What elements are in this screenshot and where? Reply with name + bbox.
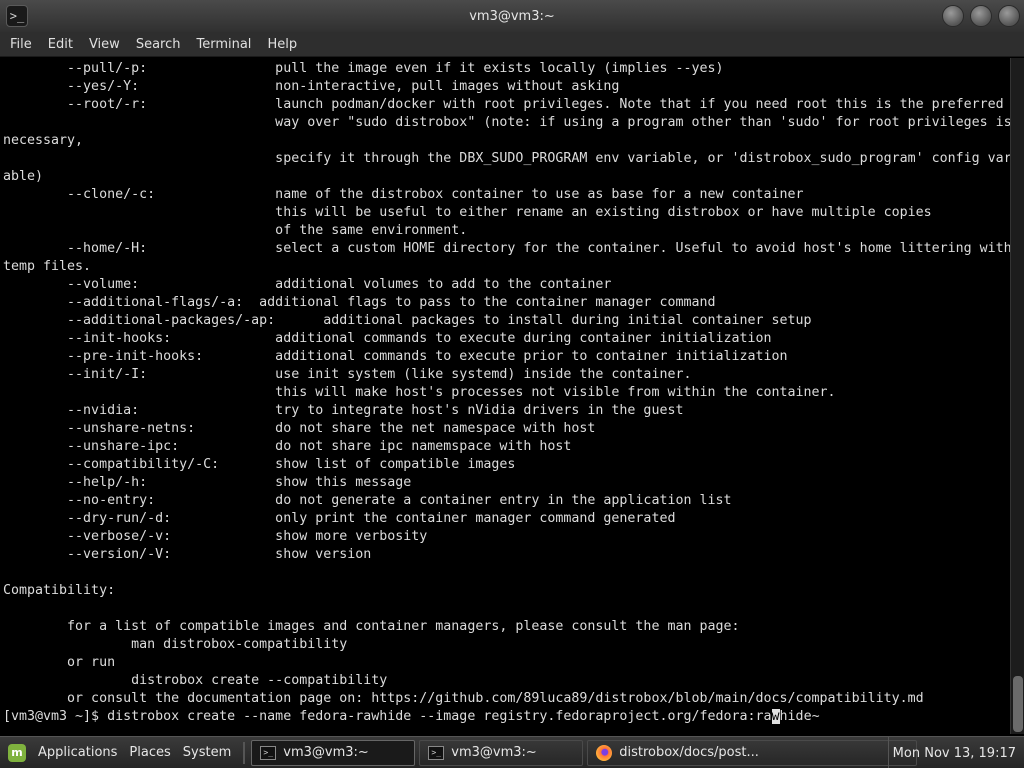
task-terminal-1[interactable]: >_ vm3@vm3:~ xyxy=(251,739,416,766)
terminal-line: --home/-H: select a custom HOME director… xyxy=(3,241,1010,256)
terminal-line: able) xyxy=(3,169,44,184)
terminal-line: --pre-init-hooks: additional commands to… xyxy=(3,349,788,364)
text-cursor: w xyxy=(771,709,780,724)
menubar: File Edit View Search Terminal Help xyxy=(0,32,1024,57)
terminal-icon: >_ xyxy=(260,745,277,760)
terminal-line: --dry-run/-d: only print the container m… xyxy=(3,511,676,526)
window-titlebar[interactable]: >_ vm3@vm3:~ xyxy=(0,0,1024,32)
mint-logo-icon[interactable]: m xyxy=(8,743,26,762)
terminal-line: --help/-h: show this message xyxy=(3,475,412,490)
terminal-line: --no-entry: do not generate a container … xyxy=(3,493,732,508)
terminal-line: --pull/-p: pull the image even if it exi… xyxy=(3,61,724,76)
terminal-line: --additional-packages/-ap: additional pa… xyxy=(3,313,812,328)
command-prompt-line[interactable]: [vm3@vm3 ~]$ distrobox create --name fed… xyxy=(3,708,1010,726)
scrollbar-thumb[interactable] xyxy=(1013,676,1023,732)
minimize-button[interactable] xyxy=(942,5,964,27)
task-label: vm3@vm3:~ xyxy=(283,745,369,760)
terminal-line: --version/-V: show version xyxy=(3,547,372,562)
terminal-line: Compatibility: xyxy=(3,583,116,598)
terminal-line: this will be useful to either rename an … xyxy=(3,205,932,220)
terminal-line: man distrobox-compatibility xyxy=(3,637,348,652)
window-title: vm3@vm3:~ xyxy=(469,8,555,24)
terminal-line: temp files. xyxy=(3,259,92,274)
terminal-output[interactable]: --pull/-p: pull the image even if it exi… xyxy=(0,58,1010,734)
terminal-line: --root/-r: launch podman/docker with roo… xyxy=(3,97,1004,112)
terminal-icon: >_ xyxy=(428,745,445,760)
menu-file[interactable]: File xyxy=(2,37,40,52)
terminal-line: --nvidia: try to integrate host's nVidia… xyxy=(3,403,684,418)
task-label: distrobox/docs/post... xyxy=(619,745,759,760)
menu-edit[interactable]: Edit xyxy=(40,37,81,52)
task-terminal-2[interactable]: >_ vm3@vm3:~ xyxy=(419,739,584,766)
applications-menu[interactable]: Applications xyxy=(32,745,123,760)
close-button[interactable] xyxy=(998,5,1020,27)
taskbar: m Applications Places System >_ vm3@vm3:… xyxy=(0,736,1024,768)
terminal-line: --compatibility/-C: show list of compati… xyxy=(3,457,516,472)
terminal-line: necessary, xyxy=(3,133,84,148)
terminal-line: --init-hooks: additional commands to exe… xyxy=(3,331,772,346)
terminal-line: or consult the documentation page on: ht… xyxy=(3,691,924,706)
terminal-line: --unshare-netns: do not share the net na… xyxy=(3,421,596,436)
terminal-line: --clone/-c: name of the distrobox contai… xyxy=(3,187,804,202)
task-firefox[interactable]: distrobox/docs/post... xyxy=(587,739,918,766)
terminal-line: --verbose/-v: show more verbosity xyxy=(3,529,428,544)
terminal-icon: >_ xyxy=(6,5,28,27)
terminal-line: this will make host's processes not visi… xyxy=(3,385,836,400)
firefox-icon xyxy=(596,744,613,761)
terminal-line: for a list of compatible images and cont… xyxy=(3,619,740,634)
prompt-text-after-cursor: hide~ xyxy=(779,709,820,724)
prompt-text-before-cursor: [vm3@vm3 ~]$ distrobox create --name fed… xyxy=(3,709,772,724)
terminal-line: distrobox create --compatibility xyxy=(3,673,388,688)
terminal-scrollbar[interactable] xyxy=(1010,58,1024,734)
terminal-line: of the same environment. xyxy=(3,223,468,238)
terminal-line: way over "sudo distrobox" (note: if usin… xyxy=(3,115,1010,130)
terminal-lines: --pull/-p: pull the image even if it exi… xyxy=(3,60,1010,708)
window-controls xyxy=(942,5,1020,27)
panel-separator xyxy=(243,741,246,764)
terminal-line: or run xyxy=(3,655,116,670)
places-menu[interactable]: Places xyxy=(123,745,176,760)
menu-view[interactable]: View xyxy=(81,37,128,52)
terminal-line: --unshare-ipc: do not share ipc namemspa… xyxy=(3,439,572,454)
menu-search[interactable]: Search xyxy=(128,37,189,52)
clock[interactable]: Mon Nov 13, 19:17 xyxy=(887,737,1020,768)
terminal-line: --additional-flags/-a: additional flags … xyxy=(3,295,716,310)
terminal-line: --yes/-Y: non-interactive, pull images w… xyxy=(3,79,620,94)
terminal-line: specify it through the DBX_SUDO_PROGRAM … xyxy=(3,151,1010,166)
terminal-line: --init/-I: use init system (like systemd… xyxy=(3,367,692,382)
menu-terminal[interactable]: Terminal xyxy=(188,37,259,52)
menu-help[interactable]: Help xyxy=(259,37,305,52)
terminal-line: --volume: additional volumes to add to t… xyxy=(3,277,612,292)
task-label: vm3@vm3:~ xyxy=(451,745,537,760)
maximize-button[interactable] xyxy=(970,5,992,27)
panel-menus: m Applications Places System xyxy=(0,737,237,768)
system-menu[interactable]: System xyxy=(177,745,237,760)
